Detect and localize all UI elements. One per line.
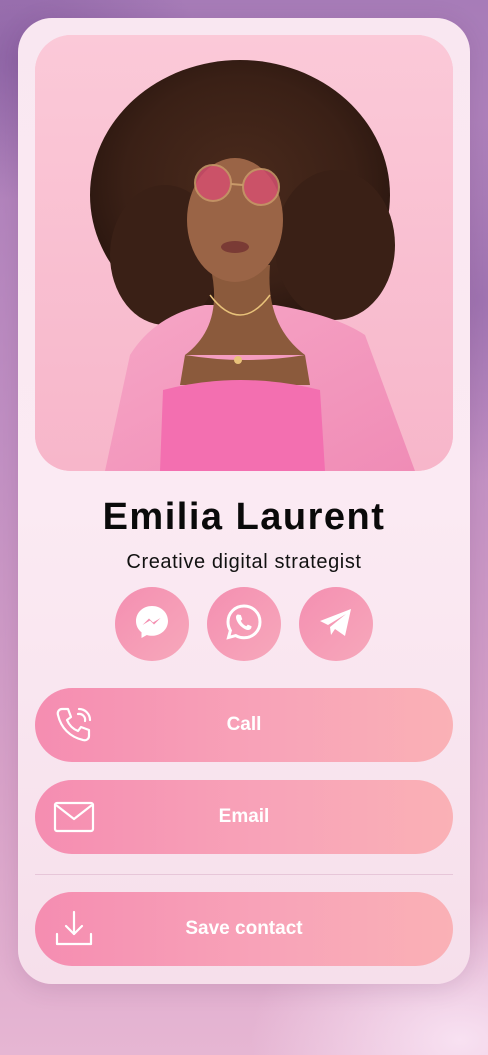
email-button[interactable]: Email bbox=[35, 780, 453, 854]
telegram-button[interactable] bbox=[299, 587, 373, 661]
contact-title: Creative digital strategist bbox=[126, 551, 362, 573]
save-contact-button[interactable]: Save contact bbox=[35, 892, 453, 966]
social-links bbox=[18, 587, 470, 661]
save-contact-label: Save contact bbox=[185, 918, 303, 939]
contact-card: Emilia Laurent Creative digital strategi… bbox=[18, 18, 470, 984]
whatsapp-icon bbox=[224, 602, 264, 647]
divider bbox=[35, 874, 453, 875]
messenger-icon bbox=[133, 603, 171, 646]
call-button[interactable]: Call bbox=[35, 688, 453, 762]
email-label: Email bbox=[218, 806, 270, 827]
contact-name: Emilia Laurent bbox=[102, 496, 386, 538]
whatsapp-button[interactable] bbox=[207, 587, 281, 661]
profile-photo bbox=[35, 35, 453, 471]
telegram-icon bbox=[316, 602, 356, 647]
messenger-button[interactable] bbox=[115, 587, 189, 661]
call-label: Call bbox=[226, 714, 262, 735]
